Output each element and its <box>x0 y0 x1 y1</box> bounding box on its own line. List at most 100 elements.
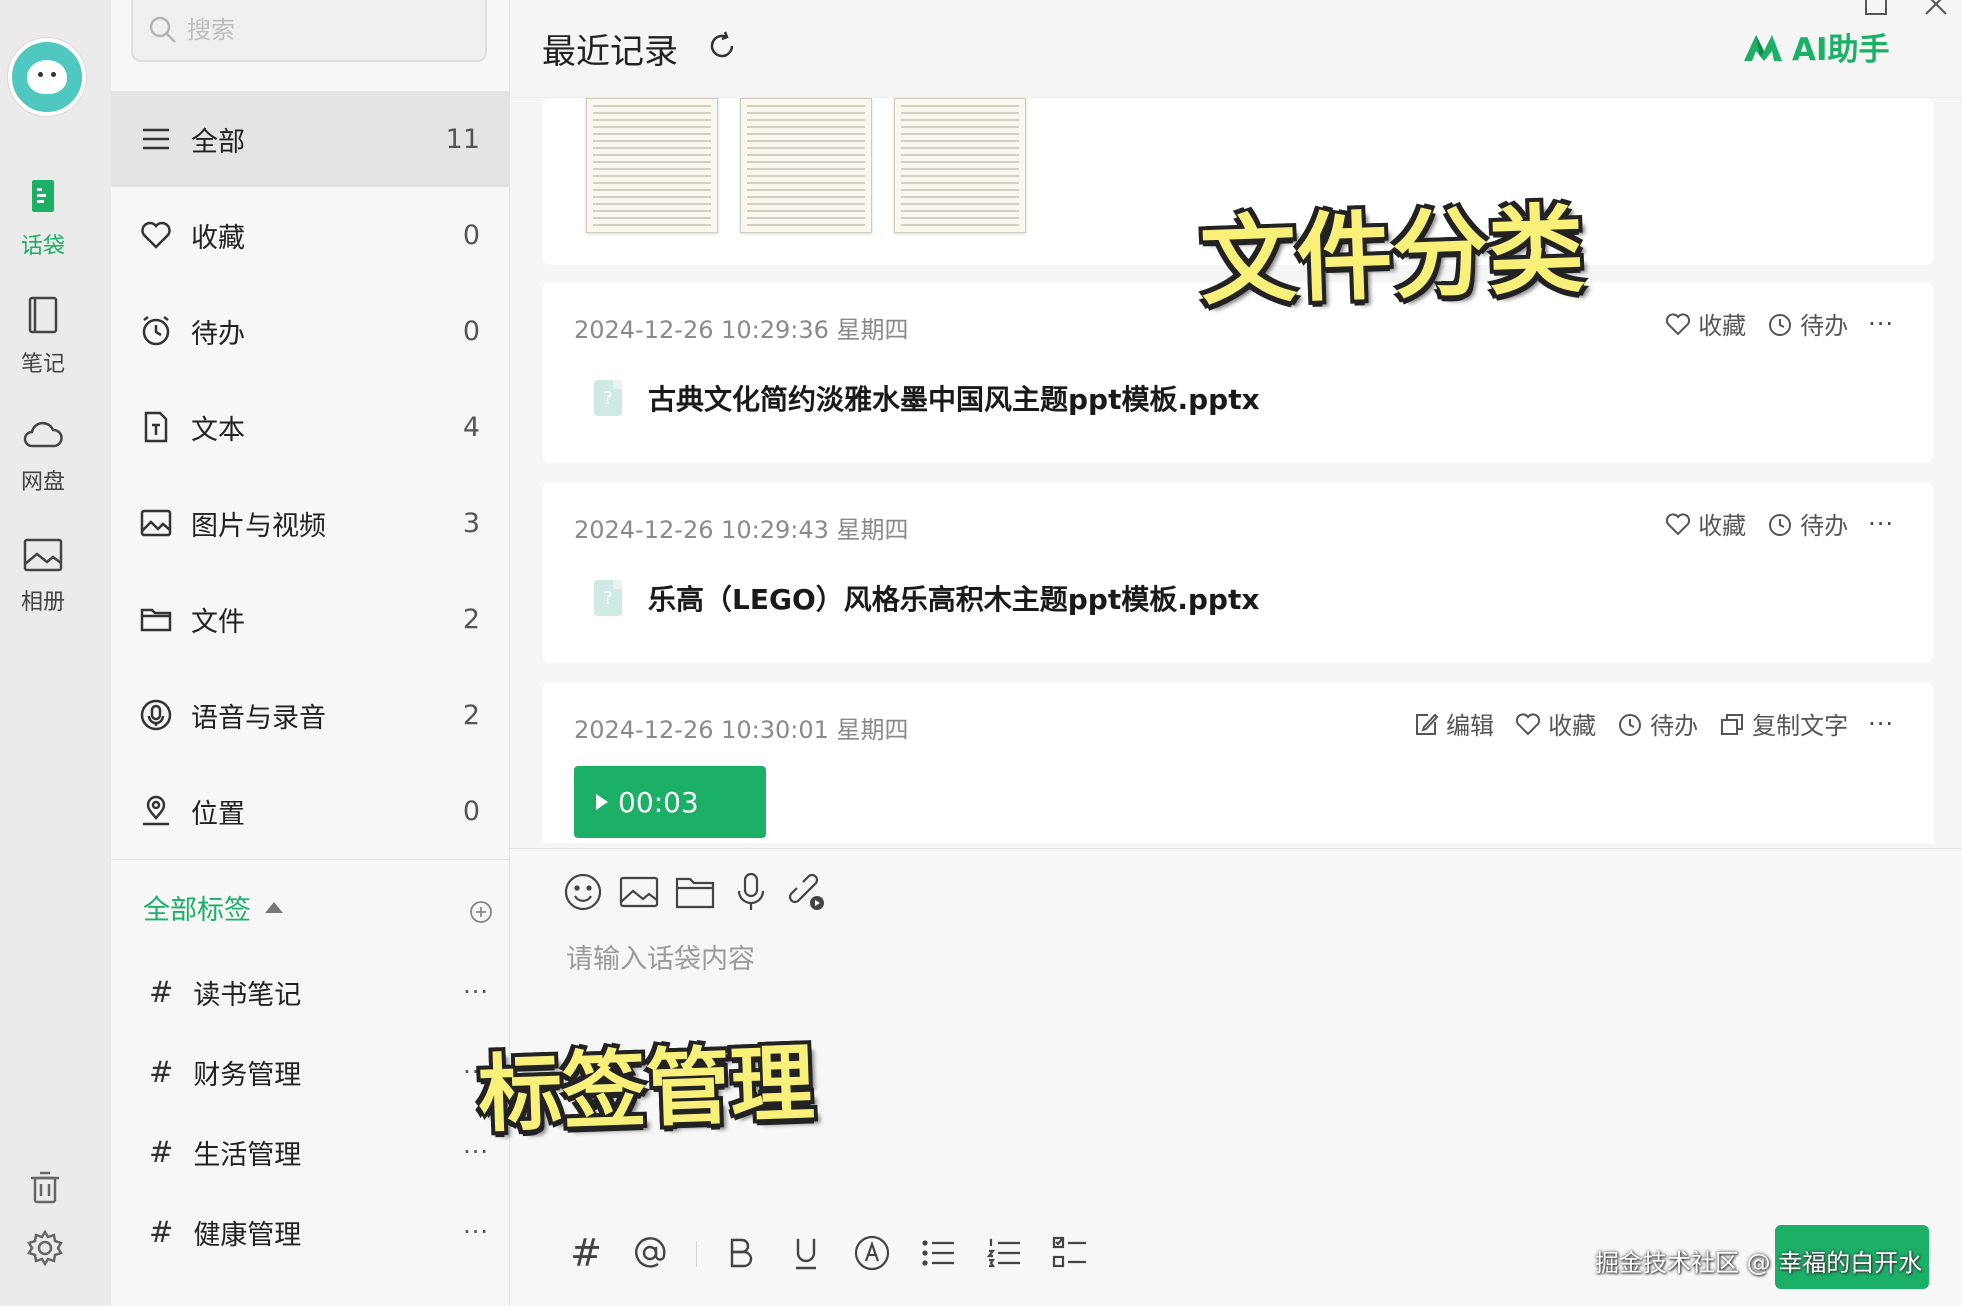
close-icon[interactable] <box>1922 0 1950 18</box>
image-thumbnail[interactable] <box>894 98 1026 233</box>
favorite-button[interactable]: 收藏 <box>1514 706 1596 741</box>
trash-button[interactable] <box>25 1168 65 1208</box>
more-icon[interactable]: ··· <box>463 978 489 1006</box>
category-voice[interactable]: 语音与录音 2 <box>111 667 510 763</box>
audio-duration: 00:03 <box>618 785 699 819</box>
alarm-icon <box>1619 713 1642 736</box>
notebook-icon <box>28 296 58 334</box>
message-actions: 收藏 待办 ··· <box>1664 506 1894 541</box>
folder-icon <box>140 608 172 632</box>
category-favorites[interactable]: 收藏 0 <box>111 187 510 283</box>
checklist-button[interactable] <box>1048 1231 1092 1275</box>
category-location[interactable]: 位置 0 <box>111 763 510 859</box>
favorite-button[interactable]: 收藏 <box>1664 306 1746 341</box>
link-icon[interactable] <box>784 869 830 915</box>
tag-item[interactable]: # 健康管理 ··· <box>149 1202 489 1262</box>
bold-button[interactable] <box>718 1231 762 1275</box>
rail-item-chat-bag[interactable]: 话袋 <box>0 176 86 260</box>
underline-button[interactable] <box>784 1231 828 1275</box>
category-label: 待办 <box>191 318 245 350</box>
category-images-video[interactable]: 图片与视频 3 <box>111 475 510 571</box>
unknown-file-icon: ? <box>594 380 622 416</box>
ai-assistant-label: AI助手 <box>1792 32 1890 68</box>
category-text[interactable]: 文本 4 <box>111 379 510 475</box>
ai-assistant-button[interactable]: AI助手 <box>1742 24 1890 69</box>
copy-label: 复制文字 <box>1752 712 1849 740</box>
rail-label: 相册 <box>20 590 65 615</box>
file-name: 乐高（LEGO）风格乐高积木主题ppt模板.pptx <box>648 583 1260 616</box>
location-icon <box>143 795 169 826</box>
file-attachment[interactable]: ? 古典文化简约淡雅水墨中国风主题ppt模板.pptx <box>594 378 1260 418</box>
tag-item[interactable]: # 读书笔记 ··· <box>149 962 489 1022</box>
avatar[interactable] <box>8 38 86 116</box>
search-input[interactable] <box>187 16 467 44</box>
at-icon <box>635 1237 666 1268</box>
todo-button[interactable]: 待办 <box>1616 706 1698 741</box>
category-label: 图片与视频 <box>191 510 326 542</box>
more-icon[interactable]: ··· <box>463 1218 489 1246</box>
tag-item[interactable]: # 财务管理 ··· <box>149 1042 489 1102</box>
rail-label: 话袋 <box>20 234 65 259</box>
seal-icon <box>27 60 67 94</box>
rail-item-album[interactable]: 相册 <box>0 532 86 616</box>
image-thumbnail[interactable] <box>740 98 872 233</box>
emoji-icon[interactable] <box>560 869 606 915</box>
hash-icon: # <box>149 1215 174 1249</box>
search-box[interactable] <box>131 0 487 62</box>
refresh-icon[interactable] <box>706 30 738 62</box>
audio-player[interactable]: 00:03 <box>574 766 766 838</box>
add-tag-button[interactable] <box>469 900 493 924</box>
rail-item-notes[interactable]: 笔记 <box>0 294 86 378</box>
bullet-list-button[interactable] <box>916 1231 960 1275</box>
more-button[interactable]: ··· <box>1868 510 1894 538</box>
category-label: 收藏 <box>191 222 245 254</box>
mention-button[interactable] <box>628 1231 672 1275</box>
tag-item[interactable]: # 生活管理 ··· <box>149 1122 489 1182</box>
hash-icon: # <box>149 1055 174 1089</box>
numbered-list-button[interactable] <box>982 1231 1026 1275</box>
all-tags-toggle[interactable]: 全部标签 <box>143 888 283 927</box>
mic-icon[interactable] <box>728 869 774 915</box>
file-attachment[interactable]: ? 乐高（LEGO）风格乐高积木主题ppt模板.pptx <box>594 578 1259 618</box>
category-all[interactable]: 全部 11 <box>111 91 510 187</box>
voice-message-card[interactable]: 2024-12-26 10:30:01 星期四 编辑 收藏 待办 复制文字 ··… <box>542 682 1934 843</box>
category-count: 0 <box>462 795 480 827</box>
image-icon[interactable] <box>616 869 662 915</box>
tags-header-label: 全部标签 <box>143 895 251 926</box>
favorite-label: 收藏 <box>1548 712 1597 740</box>
photo-icon <box>23 538 63 572</box>
message-actions: 编辑 收藏 待办 复制文字 ··· <box>1412 706 1894 741</box>
bold-icon <box>730 1238 753 1268</box>
numbered-list-icon <box>986 1239 1020 1268</box>
todo-label: 待办 <box>1800 312 1849 340</box>
search-icon <box>149 16 176 43</box>
heart-icon <box>1666 512 1691 535</box>
heart-icon <box>1516 712 1541 735</box>
category-label: 全部 <box>191 126 245 158</box>
rail-item-cloud[interactable]: 网盘 <box>0 412 86 496</box>
copy-icon <box>1721 713 1744 735</box>
todo-button[interactable]: 待办 <box>1766 306 1848 341</box>
category-label: 文件 <box>191 606 245 638</box>
maximize-icon[interactable] <box>1862 0 1890 18</box>
category-files[interactable]: 文件 2 <box>111 571 510 667</box>
tag-format-button[interactable]: # <box>566 1231 606 1275</box>
text-doc-icon <box>144 411 168 443</box>
favorite-button[interactable]: 收藏 <box>1664 506 1746 541</box>
more-button[interactable]: ··· <box>1868 710 1894 738</box>
file-name: 古典文化简约淡雅水墨中国风主题ppt模板.pptx <box>648 383 1260 416</box>
category-todo[interactable]: 待办 0 <box>111 283 510 379</box>
image-thumbnail[interactable] <box>586 98 718 233</box>
hash-icon: # <box>149 1135 174 1169</box>
more-button[interactable]: ··· <box>1868 310 1894 338</box>
file-message-card[interactable]: 2024-12-26 10:29:43 星期四 收藏 待办 ··· ? 乐高（L… <box>542 482 1934 663</box>
heart-icon <box>1666 312 1691 335</box>
settings-button[interactable] <box>25 1228 65 1268</box>
alarm-icon <box>142 316 170 346</box>
folder-icon[interactable] <box>672 869 718 915</box>
copy-text-button[interactable]: 复制文字 <box>1718 706 1848 741</box>
todo-button[interactable]: 待办 <box>1766 506 1848 541</box>
category-count: 2 <box>462 603 480 635</box>
highlight-button[interactable] <box>850 1231 894 1275</box>
edit-button[interactable]: 编辑 <box>1412 706 1494 741</box>
